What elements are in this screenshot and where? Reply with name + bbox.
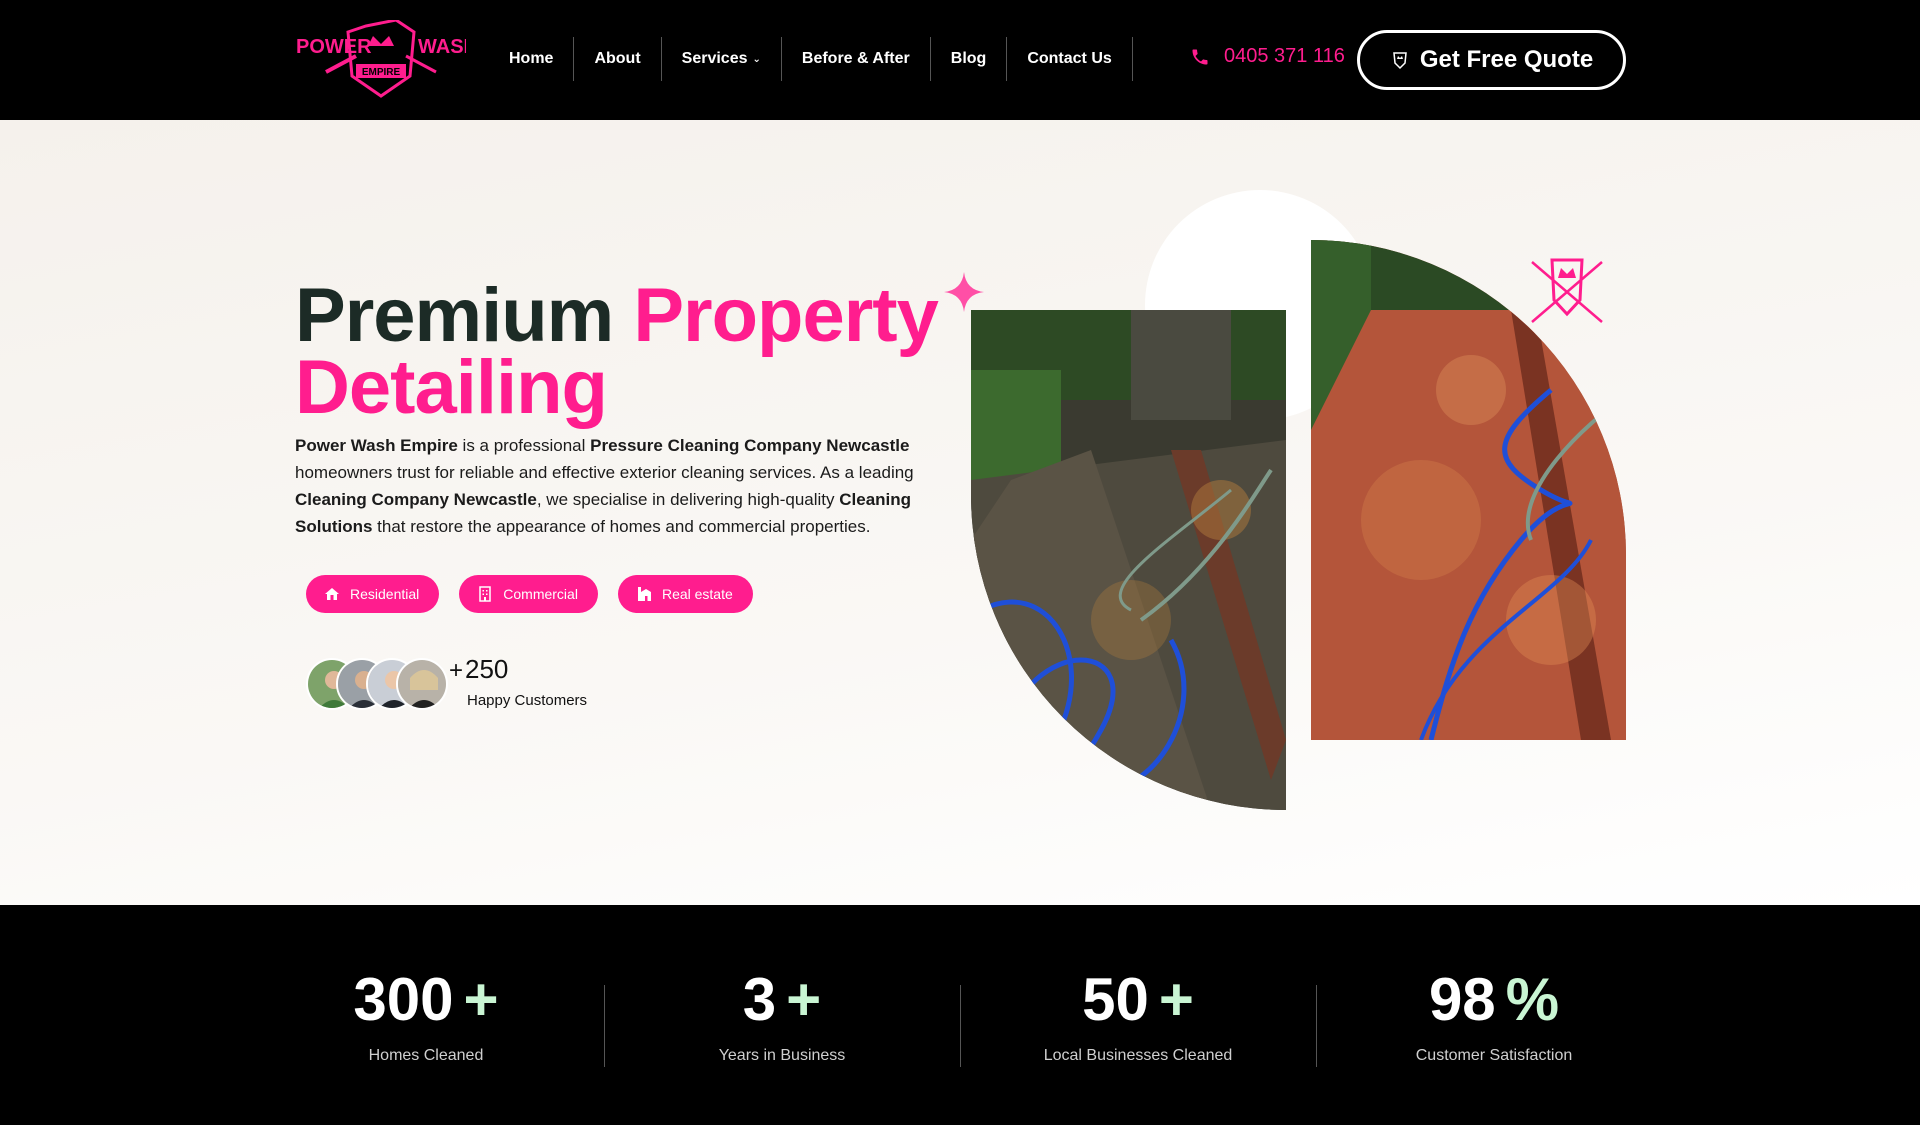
get-free-quote-label: Get Free Quote [1419,46,1594,73]
chevron-down-icon: ⌄ [752,53,761,65]
customer-avatars [306,658,448,710]
stat-label: Customer Satisfaction [1415,1047,1573,1064]
nav-blog-label: Blog [950,50,987,67]
avatar [396,658,448,710]
stat-label: Local Businesses Cleaned [1043,1047,1233,1064]
stat-homes-cleaned: 300 + Homes Cleaned [248,965,604,1065]
hero-desc-bold-2: Pressure Cleaning Company Newcastle [590,436,910,455]
phone-number: 0405 371 116 [1224,45,1345,67]
stat-local-businesses: 50 + Local Businesses Cleaned [960,965,1316,1065]
stat-suffix: % [1505,966,1560,1033]
hero-desc-bold-1: Power Wash Empire [295,436,458,455]
hero-desc-text-4: that restore the appearance of homes and… [372,517,871,536]
svg-text:EMPIRE: EMPIRE [362,67,401,78]
stat-label: Homes Cleaned [368,1047,484,1064]
hero-desc-text-1: is a professional [457,436,591,455]
stat-value: 3 + [604,965,960,1035]
crown-shield-icon [1392,52,1407,70]
nav-contact-label: Contact Us [1027,50,1112,67]
nav-before-after-label: Before & After [801,50,910,67]
hero-desc-text-2: homeowners trust for reliable and effect… [295,463,914,482]
nav-services[interactable]: Services ⌄ [662,37,782,81]
hero-desc-text-3: , we specialise in delivering high-quali… [536,490,840,509]
stat-suffix: + [1158,966,1194,1033]
hero-desc-bold-3: Cleaning Company Newcastle [295,490,537,509]
stat-suffix: + [786,966,822,1033]
before-photo [971,310,1286,810]
phone-icon [1192,49,1208,64]
stat-number: 3 [742,966,777,1033]
svg-text:WASH: WASH [418,36,466,58]
phone-link[interactable]: 0405 371 116 [1190,45,1345,68]
customer-count-value: 250 [465,654,509,684]
nav-blog[interactable]: Blog [931,37,1008,81]
nav-home[interactable]: Home [489,37,575,81]
stat-number: 98 [1428,966,1496,1033]
stat-number: 50 [1082,966,1149,1033]
service-chips: Residential Commercial Real estate [306,575,753,613]
hero-title-pink-2: Detailing [295,345,608,430]
nav-home-label: Home [509,50,554,67]
customer-count-label: Happy Customers [467,692,588,709]
stat-number: 300 [353,966,454,1033]
nav-about-label: About [594,50,641,67]
stat-suffix: + [463,966,499,1033]
nav-before-after[interactable]: Before & After [782,37,931,81]
power-wash-empire-logo[interactable]: POWER WASH EMPIRE [296,18,478,98]
chip-residential[interactable]: Residential [306,575,440,613]
nav-services-label: Services [681,50,748,67]
real-estate-icon [637,587,651,601]
hero-title: Premium Property Detailing [295,278,995,426]
get-free-quote-button[interactable]: Get Free Quote [1357,30,1626,90]
customer-count-plus: + [449,657,464,684]
chip-commercial[interactable]: Commercial [459,575,598,613]
chip-real-estate-label: Real estate [661,586,733,602]
stat-customer-satisfaction: 98% Customer Satisfaction [1316,965,1672,1065]
nav-contact[interactable]: Contact Us [1007,37,1133,81]
sparkle-icon [944,272,984,312]
hero-section: Premium Property Detailing Power Wash Emp… [0,120,1920,905]
stats-bar: 300 + Homes Cleaned 3 + Years in Business … [0,905,1920,1125]
chip-real-estate[interactable]: Real estate [617,575,753,613]
svg-text:POWER: POWER [296,36,372,58]
crown-shield-badge-icon [1531,258,1603,323]
main-nav: Home About Services ⌄ Before & After Blog… [489,37,1133,81]
chip-residential-label: Residential [350,586,420,602]
hero-title-pink-1: Property [633,273,939,358]
nav-about[interactable]: About [574,37,662,81]
customer-count: +250 [449,654,508,685]
stat-value: 50 + [960,965,1316,1035]
chip-commercial-label: Commercial [503,586,578,602]
stat-value: 300 + [248,965,604,1035]
building-icon [479,586,492,602]
hero-description: Power Wash Empire is a professional Pres… [295,432,955,540]
stat-years-in-business: 3 + Years in Business [604,965,960,1065]
house-icon [325,588,339,600]
site-header: POWER WASH EMPIRE Home About Services ⌄ B… [0,0,1920,120]
stat-value: 98% [1316,965,1672,1035]
stat-label: Years in Business [718,1047,846,1064]
